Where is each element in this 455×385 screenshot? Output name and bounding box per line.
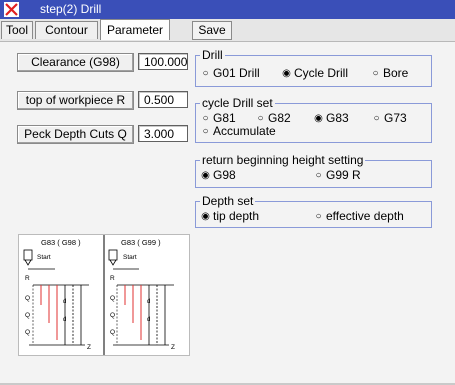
tab-parameter[interactable]: Parameter xyxy=(100,19,170,40)
radio-off-icon: ○ xyxy=(202,126,209,137)
diagram-r-label: R xyxy=(110,275,115,282)
close-icon[interactable] xyxy=(4,2,19,17)
diagram-q-label: Q xyxy=(110,329,115,336)
depth-set-group: Depth set ◉ tip depth ○ effective depth xyxy=(195,194,432,228)
diagram-d-label: d xyxy=(63,299,66,305)
radio-tip-depth[interactable]: ◉ tip depth xyxy=(201,209,259,223)
title-bar: step(2) Drill xyxy=(0,0,455,19)
radio-off-icon: ○ xyxy=(315,211,322,222)
diagram-q-label: Q xyxy=(25,329,30,336)
radio-g98[interactable]: ◉ G98 xyxy=(201,168,236,182)
radio-effective-depth[interactable]: ○ effective depth xyxy=(314,209,403,223)
radio-g01-drill[interactable]: ○ G01 Drill xyxy=(201,66,259,80)
tab-tool[interactable]: Tool xyxy=(1,21,33,39)
diagram-z-label: Z xyxy=(87,344,91,351)
diagram-left-panel: Start R Q Q Q d d Z xyxy=(23,249,91,351)
radio-g83[interactable]: ◉ G83 xyxy=(314,111,349,125)
drill-group-legend: Drill xyxy=(200,48,225,62)
radio-off-icon: ○ xyxy=(373,113,380,124)
drill-group: Drill ○ G01 Drill ◉ Cycle Drill ○ Bore xyxy=(195,48,432,87)
peck-depth-button[interactable]: Peck Depth Cuts Q xyxy=(17,125,134,144)
save-button[interactable]: Save xyxy=(192,21,232,40)
window-title: step(2) Drill xyxy=(40,2,102,16)
diagram-start-label: Start xyxy=(123,254,137,261)
radio-g73[interactable]: ○ G73 xyxy=(372,111,406,125)
diagram-q-label: Q xyxy=(25,295,30,302)
diagram-q-label: Q xyxy=(110,312,115,319)
diagram-q-label: Q xyxy=(25,312,30,319)
diagram-d-label: d xyxy=(63,317,66,323)
radio-off-icon: ○ xyxy=(202,68,209,79)
tab-strip: Tool Contour Parameter Save xyxy=(0,19,455,42)
tab-contour[interactable]: Contour xyxy=(35,21,98,39)
diagram-d-label: d xyxy=(147,317,150,323)
radio-off-icon: ○ xyxy=(202,113,209,124)
g83-cycle-diagram: G83 ( G98 ) G83 ( G99 ) Start R Q Q Q d … xyxy=(18,234,190,356)
radio-g82[interactable]: ○ G82 xyxy=(256,111,290,125)
return-height-group: return beginning height setting ◉ G98 ○ G9… xyxy=(195,153,432,188)
radio-off-icon: ○ xyxy=(315,170,322,181)
radio-on-icon: ◉ xyxy=(282,68,291,79)
radio-accumulate[interactable]: ○ Accumulate xyxy=(201,124,275,138)
radio-off-icon: ○ xyxy=(257,113,264,124)
radio-cycle-drill[interactable]: ◉ Cycle Drill xyxy=(282,66,348,80)
radio-on-icon: ◉ xyxy=(201,170,210,181)
return-height-group-legend: return beginning height setting xyxy=(200,153,366,167)
clearance-button[interactable]: Clearance (G98) xyxy=(17,53,134,72)
cycle-drill-group: cycle Drill set ○ G81 ○ G82 ◉ G83 ○ G73 ○ Acc… xyxy=(195,96,432,143)
radio-g81[interactable]: ○ G81 xyxy=(201,111,235,125)
diagram-right-panel: Start R Q Q Q d d Z xyxy=(108,249,175,351)
diagram-q-label: Q xyxy=(110,295,115,302)
diagram-start-label: Start xyxy=(37,254,51,261)
top-of-workpiece-field[interactable]: 0.500 xyxy=(138,91,188,108)
depth-set-group-legend: Depth set xyxy=(200,194,256,208)
radio-on-icon: ◉ xyxy=(314,113,323,124)
radio-g99r[interactable]: ○ G99 R xyxy=(314,168,360,182)
diagram-z-label: Z xyxy=(171,344,175,351)
radio-on-icon: ◉ xyxy=(201,211,210,222)
peck-depth-field[interactable]: 3.000 xyxy=(138,125,188,142)
diagram-right-title: G83 ( G99 ) xyxy=(121,238,161,247)
diagram-left-title: G83 ( G98 ) xyxy=(41,238,81,247)
diagram-r-label: R xyxy=(25,275,30,282)
cycle-drill-group-legend: cycle Drill set xyxy=(200,96,275,110)
radio-off-icon: ○ xyxy=(372,68,379,79)
radio-bore[interactable]: ○ Bore xyxy=(371,66,408,80)
top-of-workpiece-button[interactable]: top of workpiece R xyxy=(17,91,134,110)
clearance-field[interactable]: 100.000 xyxy=(138,53,188,70)
diagram-d-label: d xyxy=(147,299,150,305)
